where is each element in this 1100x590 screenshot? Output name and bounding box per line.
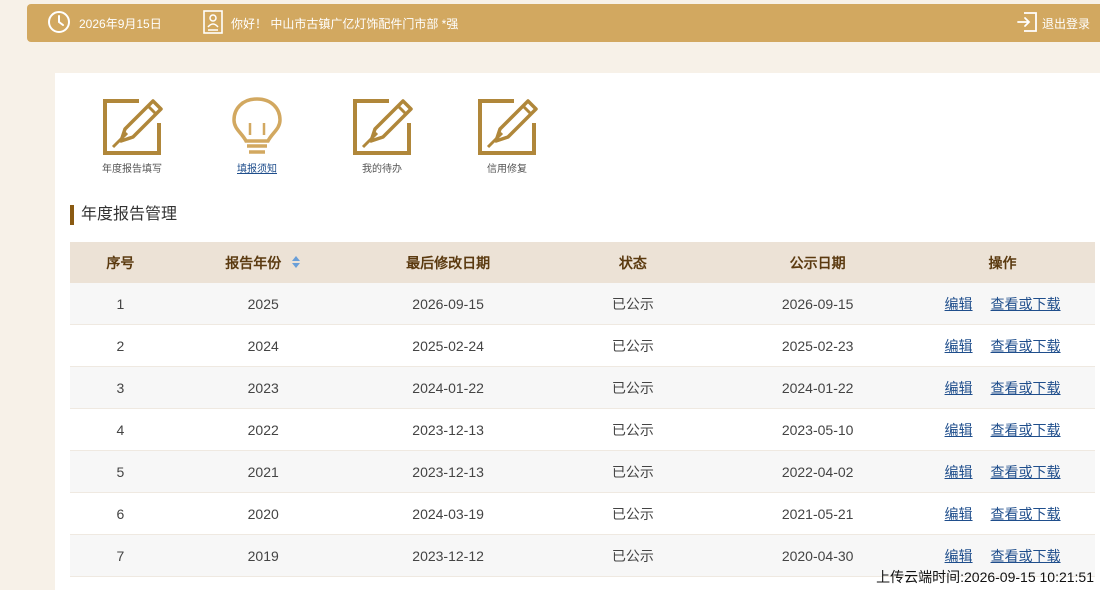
cell-modified: 2023-12-12 [355,534,541,577]
header-year[interactable]: 报告年份 [170,242,356,283]
cell-year: 2022 [170,408,356,451]
cell-status: 已公示 [540,408,726,451]
quick-link-label: 填报须知 [237,164,277,175]
user-card-icon [203,9,223,37]
cell-actions: 编辑 查看或下载 [910,450,1095,493]
table-row: 3 2023 2024-01-22 已公示 2024-01-22 编辑 查看或下载 [70,366,1095,409]
table-row: 1 2025 2026-09-15 已公示 2026-09-15 编辑 查看或下载 [70,283,1095,325]
cell-year: 2023 [170,366,356,409]
cell-published: 2022-04-02 [725,450,911,493]
cell-actions: 编辑 查看或下载 [910,366,1095,409]
logout-button[interactable]: 退出登录 [1016,4,1090,42]
table-row: 5 2021 2023-12-13 已公示 2022-04-02 编辑 查看或下载 [70,450,1095,493]
quick-link-annual-report[interactable]: 年度报告填写 [82,95,182,175]
edit-link[interactable]: 编辑 [945,422,973,438]
cell-modified: 2023-12-13 [355,450,541,493]
greeting-text: 你好！ 中山市古镇广亿灯饰配件门市部 *强 [231,16,459,31]
cell-no: 5 [70,450,171,493]
cell-modified: 2023-12-13 [355,408,541,451]
view-download-link[interactable]: 查看或下载 [991,464,1061,480]
cell-modified: 2025-02-24 [355,324,541,367]
lightbulb-icon [232,97,282,154]
edit-icon [103,99,163,155]
cell-no: 3 [70,366,171,409]
cell-published: 2025-02-23 [725,324,911,367]
cell-year: 2019 [170,534,356,577]
cell-actions: 编辑 查看或下载 [910,324,1095,367]
user-greeting: 你好！ 中山市古镇广亿灯饰配件门市部 *强 [203,4,458,42]
cell-actions: 编辑 查看或下载 [910,283,1095,325]
edit-link[interactable]: 编辑 [945,380,973,396]
cell-modified: 2024-01-22 [355,366,541,409]
cell-status: 已公示 [540,366,726,409]
edit-icon [353,99,413,155]
header-actions: 操作 [910,242,1095,283]
cell-no: 1 [70,283,171,325]
edit-link[interactable]: 编辑 [945,338,973,354]
header-modified: 最后修改日期 [355,242,541,283]
cell-status: 已公示 [540,450,726,493]
view-download-link[interactable]: 查看或下载 [991,338,1061,354]
table-row: 6 2020 2024-03-19 已公示 2021-05-21 编辑 查看或下载 [70,492,1095,535]
logout-icon [1016,11,1038,36]
table-header-row: 序号 报告年份 最后修改日期 状态 公示日期 操作 [70,242,1095,283]
cell-status: 已公示 [540,324,726,367]
table-row: 2 2024 2025-02-24 已公示 2025-02-23 编辑 查看或下载 [70,324,1095,367]
sort-icon[interactable] [291,255,301,272]
cell-no: 4 [70,408,171,451]
quick-link-label: 年度报告填写 [102,164,162,175]
cell-actions: 编辑 查看或下载 [910,492,1095,535]
quick-link-label: 我的待办 [362,164,402,175]
view-download-link[interactable]: 查看或下载 [991,506,1061,522]
cell-no: 2 [70,324,171,367]
date-display: 2026年9月15日 [47,4,162,42]
cell-no: 6 [70,492,171,535]
quick-link-notice[interactable]: 填报须知 [207,95,307,175]
cell-year: 2020 [170,492,356,535]
upload-time: 上传云端时间:2026-09-15 10:21:51 [876,569,1094,585]
cell-modified: 2026-09-15 [355,283,541,325]
view-download-link[interactable]: 查看或下载 [991,380,1061,396]
cell-published: 2026-09-15 [725,283,911,325]
edit-link[interactable]: 编辑 [945,548,973,564]
edit-icon [478,99,538,155]
current-date: 2026年9月15日 [79,16,162,31]
cell-year: 2021 [170,450,356,493]
header-published: 公示日期 [725,242,911,283]
section-title: 年度报告管理 [70,205,177,225]
header-no: 序号 [70,242,171,283]
edit-link[interactable]: 编辑 [945,506,973,522]
cell-actions: 编辑 查看或下载 [910,408,1095,451]
clock-icon [47,10,71,37]
annual-report-table: 序号 报告年份 最后修改日期 状态 公示日期 操作 1 2025 2026-09-1… [70,242,1095,577]
view-download-link[interactable]: 查看或下载 [991,548,1061,564]
logout-label: 退出登录 [1041,16,1090,31]
quick-link-todo[interactable]: 我的待办 [332,95,432,175]
view-download-link[interactable]: 查看或下载 [991,296,1061,312]
edit-link[interactable]: 编辑 [945,464,973,480]
cell-year: 2025 [170,283,356,325]
quick-link-credit-repair[interactable]: 信用修复 [457,95,557,175]
cell-published: 2023-05-10 [725,408,911,451]
top-bar: 2026年9月15日 你好！ 中山市古镇广亿灯饰配件门市部 *强 退出登录 [27,4,1100,42]
cell-year: 2024 [170,324,356,367]
cell-status: 已公示 [540,492,726,535]
cell-modified: 2024-03-19 [355,492,541,535]
cell-status: 已公示 [540,534,726,577]
cell-no: 7 [70,534,171,577]
header-status: 状态 [540,242,726,283]
main-panel: 年度报告填写 填报须知 我的待办 信用修复 年度报告管理 序号 报告年份 最后修… [55,73,1100,590]
quick-link-label: 信用修复 [487,164,527,175]
header-year-label: 报告年份 [225,254,282,271]
cell-status: 已公示 [540,283,726,325]
view-download-link[interactable]: 查看或下载 [991,422,1061,438]
edit-link[interactable]: 编辑 [945,296,973,312]
table-row: 4 2022 2023-12-13 已公示 2023-05-10 编辑 查看或下载 [70,408,1095,451]
cell-published: 2021-05-21 [725,492,911,535]
cell-published: 2024-01-22 [725,366,911,409]
